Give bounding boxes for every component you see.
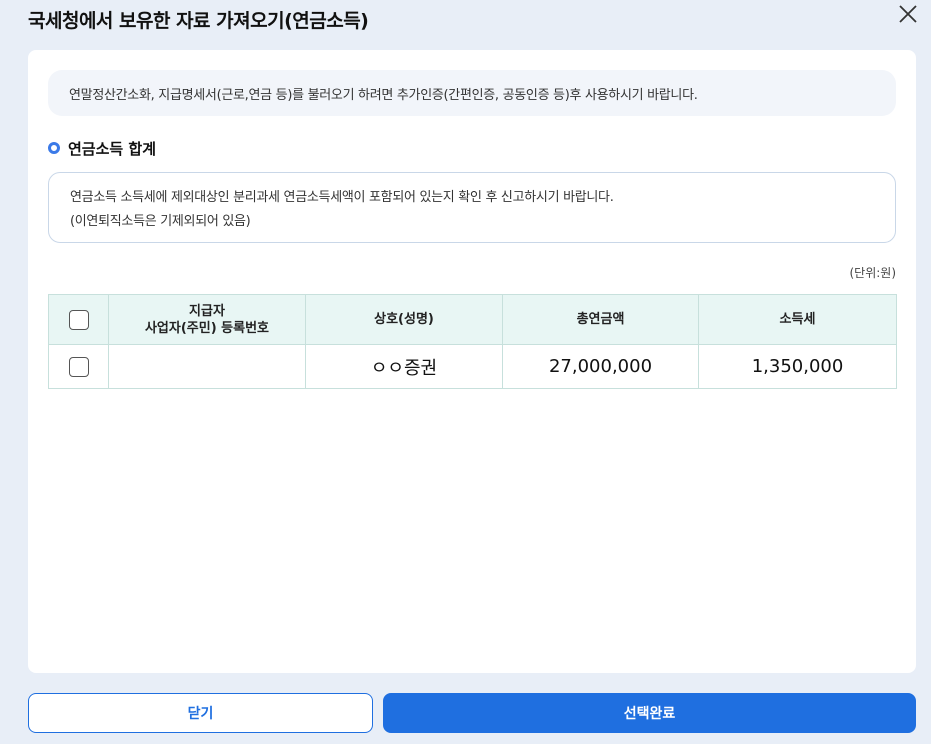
row-checkbox[interactable] [68, 357, 89, 377]
section-title: 연금소득 합계 [68, 139, 157, 158]
close-button[interactable]: 닫기 [28, 693, 373, 733]
reg-no-cell [108, 344, 306, 389]
unit-label: (단위:원) [849, 266, 896, 280]
name-header: 상호(성명) [305, 294, 503, 345]
table-row[interactable]: ㅇㅇ증권 27,000,000 1,350,000 [48, 344, 897, 389]
confirm-button[interactable]: 선택완료 [383, 693, 916, 733]
close-icon[interactable] [896, 2, 920, 26]
pension-table: 지급자 사업자(주민) 등록번호 상호(성명) 총연금액 소득세 ㅇㅇ증권 27… [48, 294, 897, 389]
auth-notice: 연말정산간소화, 지급명세서(근로,연금 등)를 불러오기 하려면 추가인증(간… [48, 70, 896, 116]
total-header: 총연금액 [502, 294, 699, 345]
info-line-2: (이연퇴직소득은 기제외되어 있음) [70, 214, 251, 229]
select-all-cell [48, 294, 109, 345]
dialog-title: 국세청에서 보유한 자료 가져오기(연금소득) [28, 10, 369, 32]
section-heading: 연금소득 합계 [48, 138, 156, 158]
import-dialog: 국세청에서 보유한 자료 가져오기(연금소득) 연말정산간소화, 지급명세서(근… [0, 0, 931, 744]
info-box: 연금소득 소득세에 제외대상인 분리과세 연금소득세액이 포함되어 있는지 확인… [48, 172, 896, 243]
reg-no-header-line2: 사업자(주민) 등록번호 [144, 320, 270, 336]
tax-header: 소득세 [698, 294, 897, 345]
content-panel: 연말정산간소화, 지급명세서(근로,연금 등)를 불러오기 하려면 추가인증(간… [28, 50, 916, 673]
reg-no-header: 지급자 사업자(주민) 등록번호 [108, 294, 306, 345]
total-cell: 27,000,000 [502, 344, 699, 389]
info-line-1: 연금소득 소득세에 제외대상인 분리과세 연금소득세액이 포함되어 있는지 확인… [70, 190, 614, 205]
row-select-cell [48, 344, 109, 389]
tax-cell: 1,350,000 [698, 344, 897, 389]
reg-no-header-line1: 지급자 [189, 303, 225, 319]
select-all-checkbox[interactable] [68, 309, 89, 330]
table-header-row: 지급자 사업자(주민) 등록번호 상호(성명) 총연금액 소득세 [48, 294, 897, 345]
bullet-icon [48, 142, 60, 154]
name-cell: ㅇㅇ증권 [305, 344, 503, 389]
